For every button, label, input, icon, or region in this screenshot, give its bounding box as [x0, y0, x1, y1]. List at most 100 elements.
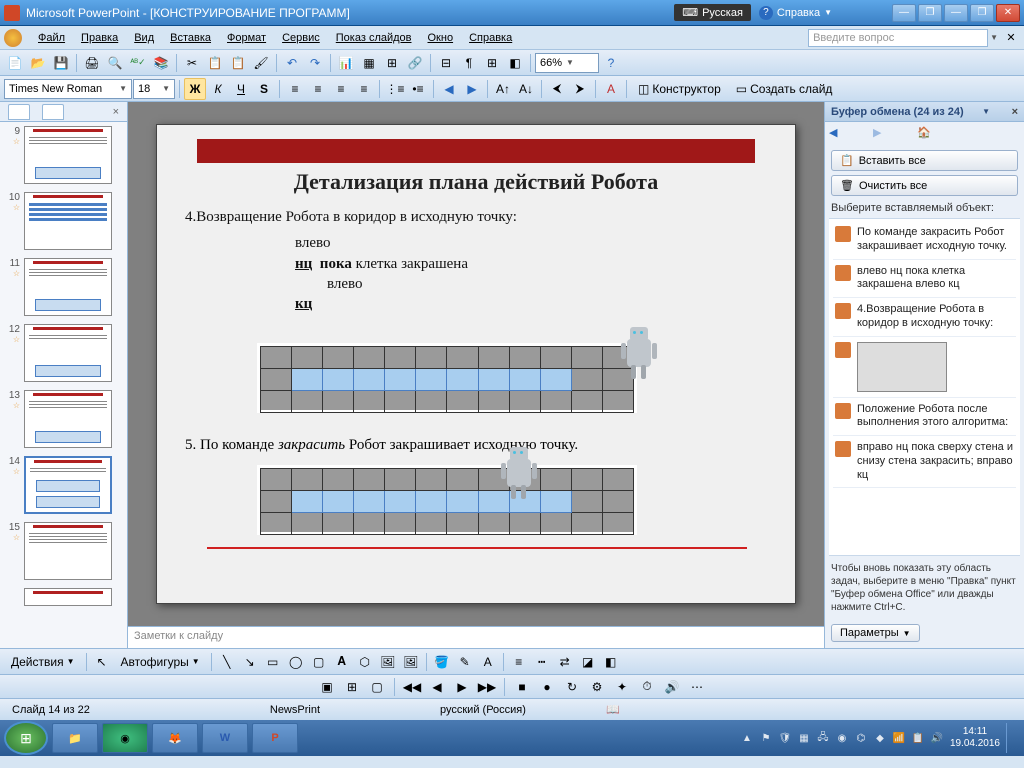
line-style-button[interactable]: ≡: [508, 651, 530, 673]
line-button[interactable]: ╲: [216, 651, 238, 673]
anim-play-button[interactable]: ▶: [451, 676, 473, 698]
slideshow-view-button[interactable]: ▢: [366, 676, 388, 698]
font-color-button[interactable]: A: [600, 78, 622, 100]
slides-tab[interactable]: [8, 104, 30, 120]
demote-button[interactable]: ⮞: [569, 78, 591, 100]
notes-pane[interactable]: Заметки к слайду: [128, 626, 824, 648]
minimize2-button[interactable]: —: [944, 4, 968, 22]
menu-help[interactable]: Справка: [461, 29, 520, 47]
line-color-button[interactable]: ✎: [454, 651, 476, 673]
slide-thumbnails-pane[interactable]: × 9☆ 10☆ 11☆ 12☆ 13☆ 14☆ 15☆: [0, 102, 128, 648]
font-size-combo[interactable]: 18 ▼: [133, 79, 175, 99]
spellcheck-button[interactable]: ᴬᴮ✓: [127, 52, 149, 74]
tray-gpu-icon[interactable]: ◆: [873, 731, 887, 745]
step5-text[interactable]: 5. По команде закрасить Робот закрашивае…: [185, 437, 767, 454]
actions-menu-button[interactable]: Действия ▼: [4, 651, 82, 673]
tables-button[interactable]: ⊞: [381, 52, 403, 74]
language-indicator[interactable]: ⌨ Русская: [674, 4, 751, 21]
maximize-button[interactable]: ❐: [970, 4, 994, 22]
font-combo[interactable]: Times New Roman ▼: [4, 79, 132, 99]
robot-image-1[interactable]: [617, 325, 661, 383]
normal-view-button[interactable]: ▣: [316, 676, 338, 698]
thumbnail-13[interactable]: 13☆: [0, 386, 127, 452]
autoshapes-button[interactable]: Автофигуры ▼: [114, 651, 207, 673]
promote-button[interactable]: ⮜: [546, 78, 568, 100]
menu-format[interactable]: Формат: [219, 29, 274, 47]
forward-icon[interactable]: ▶: [873, 126, 889, 142]
thumbnail-15[interactable]: 15☆: [0, 518, 127, 584]
textbox-button[interactable]: ▢: [308, 651, 330, 673]
paste-button[interactable]: 📋: [227, 52, 249, 74]
clip-item[interactable]: По команде закрасить Робот закрашивает и…: [833, 221, 1016, 260]
arrow-style-button[interactable]: ⇄: [554, 651, 576, 673]
redo-button[interactable]: ↷: [304, 52, 326, 74]
help-indicator[interactable]: ? Справка ▼: [759, 6, 832, 20]
tray-flag-icon[interactable]: ⚑: [759, 731, 773, 745]
undo-button[interactable]: ↶: [281, 52, 303, 74]
clip-item[interactable]: Положение Робота после выполнения этого …: [833, 398, 1016, 437]
tray-network-icon[interactable]: 🖧: [816, 731, 830, 745]
thumbnail-11[interactable]: 11☆: [0, 254, 127, 320]
hyperlink-button[interactable]: 🔗: [404, 52, 426, 74]
new-slide-button[interactable]: ▭ Создать слайд: [729, 78, 840, 100]
align-right-button[interactable]: ≡: [330, 78, 352, 100]
rectangle-button[interactable]: ▭: [262, 651, 284, 673]
clipboard-options-button[interactable]: Параметры ▼: [831, 624, 920, 642]
tray-wifi-icon[interactable]: 📶: [892, 731, 906, 745]
taskbar-explorer[interactable]: 📁: [52, 723, 98, 753]
anim-effects-button[interactable]: ✦: [611, 676, 633, 698]
dash-style-button[interactable]: ┅: [531, 651, 553, 673]
thumbnail-9[interactable]: 9☆: [0, 122, 127, 188]
open-button[interactable]: 📂: [27, 52, 49, 74]
paste-all-button[interactable]: 📋 Вставить все: [831, 150, 1018, 171]
anim-timing-button[interactable]: ⏱: [636, 676, 658, 698]
fill-color-button[interactable]: 🪣: [431, 651, 453, 673]
anim-prev-button[interactable]: ◀◀: [401, 676, 423, 698]
cut-button[interactable]: ✂: [181, 52, 203, 74]
diagram-button[interactable]: ⬡: [354, 651, 376, 673]
format-painter-button[interactable]: 🖌: [250, 52, 272, 74]
taskbar-powerpoint[interactable]: P: [252, 723, 298, 753]
menu-insert[interactable]: Вставка: [162, 29, 219, 47]
research-button[interactable]: 📚: [150, 52, 172, 74]
preview-button[interactable]: 🔍: [104, 52, 126, 74]
clear-all-button[interactable]: 🗑 Очистить все: [831, 175, 1018, 196]
chevron-down-icon[interactable]: ▼: [982, 107, 990, 116]
status-spellcheck-icon[interactable]: 📖: [606, 703, 620, 716]
home-icon[interactable]: 🏠: [917, 126, 933, 142]
align-justify-button[interactable]: ≡: [353, 78, 375, 100]
menu-slideshow[interactable]: Показ слайдов: [328, 29, 420, 47]
underline-button[interactable]: Ч: [230, 78, 252, 100]
pointer-button[interactable]: ↖: [91, 651, 113, 673]
arrow-button[interactable]: ↘: [239, 651, 261, 673]
taskbar-firefox[interactable]: 🦊: [152, 723, 198, 753]
new-button[interactable]: 📄: [4, 52, 26, 74]
back-icon[interactable]: ◀: [829, 126, 845, 142]
clipart-button[interactable]: 🖼: [377, 651, 399, 673]
tray-av-icon[interactable]: ◉: [835, 731, 849, 745]
taskbar-word[interactable]: W: [202, 723, 248, 753]
decrease-font-button[interactable]: A↓: [515, 78, 537, 100]
doc-close-button[interactable]: ✕: [1002, 29, 1020, 47]
anim-stop-button[interactable]: ■: [511, 676, 533, 698]
color-grayscale-button[interactable]: ◧: [504, 52, 526, 74]
taskbar-clock[interactable]: 14:11 19.04.2016: [950, 726, 1000, 750]
taskbar-app1[interactable]: ◉: [102, 723, 148, 753]
slide-body[interactable]: 4.Возвращение Робота в коридор в исходну…: [185, 207, 767, 314]
anim-volume-button[interactable]: 🔊: [661, 676, 683, 698]
anim-record-button[interactable]: ●: [536, 676, 558, 698]
sorter-view-button[interactable]: ⊞: [341, 676, 363, 698]
slide-title[interactable]: Детализация плана действий Робота: [157, 169, 795, 195]
numbered-list-button[interactable]: ⋮≡: [384, 78, 406, 100]
font-color-button[interactable]: A: [477, 651, 499, 673]
shadow-style-button[interactable]: ◪: [577, 651, 599, 673]
clip-item[interactable]: вправо нц пока сверху стена и снизу стен…: [833, 436, 1016, 488]
anim-next-button[interactable]: ▶▶: [476, 676, 498, 698]
tray-volume-icon[interactable]: 🔊: [930, 731, 944, 745]
insert-table-button[interactable]: ▦: [358, 52, 380, 74]
clipboard-list[interactable]: По команде закрасить Робот закрашивает и…: [829, 218, 1020, 556]
menu-window[interactable]: Окно: [420, 29, 462, 47]
print-button[interactable]: 🖨: [81, 52, 103, 74]
chevron-down-icon[interactable]: ▼: [990, 33, 998, 42]
menu-file[interactable]: Файл: [30, 29, 73, 47]
